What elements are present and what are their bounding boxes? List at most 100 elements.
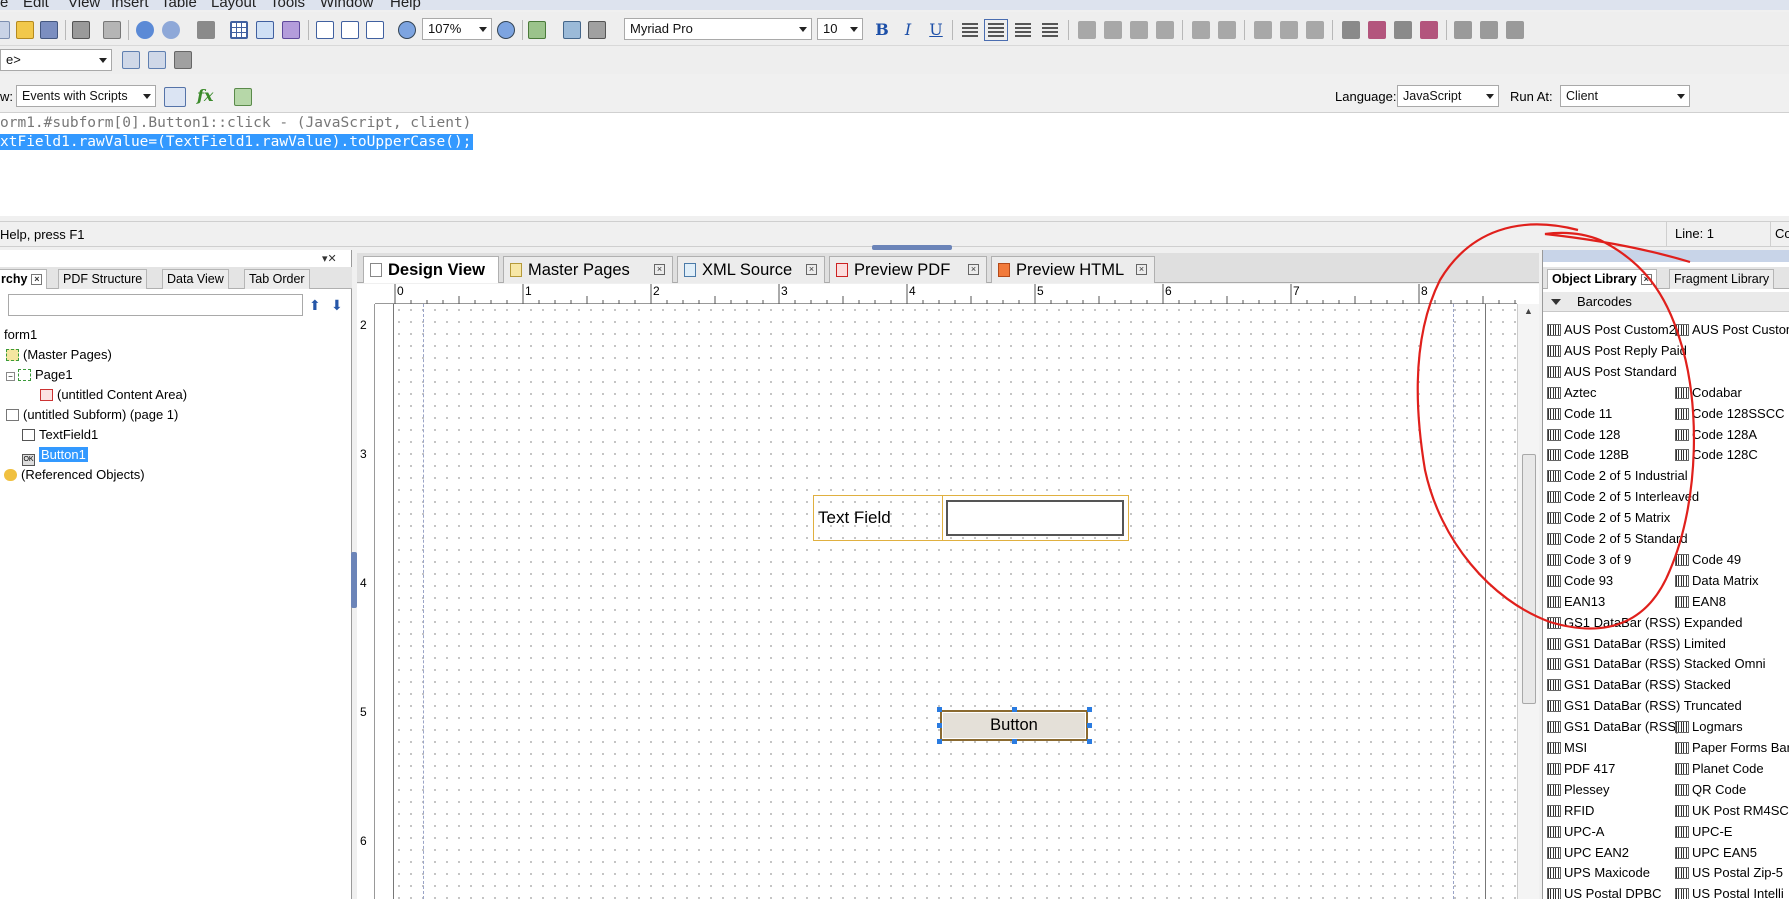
library-item[interactable]: EAN13	[1547, 594, 1605, 609]
menu-insert[interactable]: Insert	[111, 0, 149, 10]
redo-icon[interactable]	[162, 21, 180, 39]
library-item[interactable]: GS1 DataBar (RSS) Stacked Omni	[1547, 656, 1766, 671]
library-item[interactable]: UK Post RM4SCC	[1675, 803, 1789, 818]
italic-button[interactable]: I	[898, 20, 918, 40]
hierarchy-search-input[interactable]	[8, 294, 303, 316]
library-item[interactable]: Planet Code	[1675, 761, 1764, 776]
grid-icon[interactable]	[230, 21, 248, 39]
library-item[interactable]: Code 128A	[1675, 427, 1757, 442]
script-code-line[interactable]: xtField1.rawValue=(TextField1.rawValue).…	[0, 134, 474, 150]
center-horizontal-icon[interactable]	[1254, 21, 1272, 39]
print-icon[interactable]	[72, 21, 90, 39]
run-at-select[interactable]: Client	[1560, 85, 1690, 107]
library-item[interactable]: AUS Post Reply Paid	[1547, 343, 1687, 358]
tree-item-page1[interactable]: − Page1	[6, 367, 73, 382]
tree-item-master-pages[interactable]: (Master Pages)	[6, 347, 112, 362]
script-editor[interactable]: orm1.#subform[0].Button1::click - (JavaS…	[0, 112, 1789, 216]
show-events-icon[interactable]	[164, 87, 186, 107]
selection-handle[interactable]	[937, 723, 942, 728]
library-item[interactable]: Plessey	[1547, 782, 1610, 797]
font-family-select[interactable]: Myriad Pro	[624, 18, 812, 40]
close-icon[interactable]: ×	[968, 264, 979, 275]
library-item[interactable]: Code 49	[1675, 552, 1741, 567]
form-page[interactable]	[393, 304, 1517, 899]
cut-icon[interactable]	[103, 21, 121, 39]
collapse-icon[interactable]: −	[6, 372, 15, 381]
button-object[interactable]: Button	[940, 710, 1088, 741]
library-item[interactable]: Codabar	[1675, 385, 1742, 400]
library-item[interactable]: US Postal Zip-5	[1675, 865, 1783, 880]
center-page-icon[interactable]	[1306, 21, 1324, 39]
tab-fragment-library[interactable]: Fragment Library	[1669, 269, 1775, 289]
close-icon[interactable]: ×	[31, 274, 43, 286]
underline-button[interactable]: U	[926, 20, 946, 40]
open-folder-icon[interactable]	[16, 21, 34, 39]
library-item[interactable]: Paper Forms Bar	[1675, 740, 1789, 755]
library-item[interactable]: EAN8	[1675, 594, 1726, 609]
library-item[interactable]: Code 128C	[1675, 447, 1758, 462]
library-item[interactable]: Code 2 of 5 Matrix	[1547, 510, 1670, 525]
tree-item-untitled-subform[interactable]: (untitled Subform) (page 1)	[6, 407, 178, 422]
group-icon[interactable]	[1342, 21, 1360, 39]
library-item[interactable]: US Postal Intelli	[1675, 886, 1784, 899]
align-objects-top-icon[interactable]	[1130, 21, 1148, 39]
arrow-down-icon[interactable]: ⬇	[331, 297, 343, 314]
menu-table[interactable]: Table	[161, 0, 197, 10]
check-script-icon[interactable]	[528, 21, 546, 39]
tab-tab-order[interactable]: Tab Order	[244, 269, 310, 289]
undo-icon[interactable]	[136, 21, 154, 39]
align-objects-right-icon[interactable]	[1104, 21, 1122, 39]
object-boundaries-icon[interactable]	[282, 21, 300, 39]
distribute-horizontal-icon[interactable]	[1192, 21, 1210, 39]
close-icon[interactable]: ×	[806, 264, 817, 275]
library-item[interactable]: Logmars	[1675, 719, 1743, 734]
library-item[interactable]: AUS Post Standard	[1547, 364, 1677, 379]
tab-hierarchy[interactable]: rchy ×	[0, 269, 48, 289]
selection-handle[interactable]	[1012, 707, 1017, 712]
event-select[interactable]: Events with Scripts	[16, 85, 156, 107]
selection-handle[interactable]	[937, 707, 942, 712]
tree-item-button1[interactable]: OK Button1	[22, 447, 88, 466]
tab-design-view[interactable]: Design View	[363, 256, 499, 283]
make-same-height-icon[interactable]	[1480, 21, 1498, 39]
library-item[interactable]: US Postal DPBC	[1547, 886, 1662, 899]
library-item[interactable]: UPC EAN2	[1547, 845, 1629, 860]
library-item[interactable]: GS1 DataBar (RSS)	[1547, 719, 1680, 734]
zoom-in-icon[interactable]	[497, 21, 515, 39]
menu-file[interactable]: e	[0, 0, 8, 10]
functions-button[interactable]: fx	[197, 86, 213, 105]
center-vertical-icon[interactable]	[1280, 21, 1298, 39]
tab-master-pages[interactable]: Master Pages ×	[503, 256, 673, 283]
ungroup-icon[interactable]	[1368, 21, 1386, 39]
align-objects-bottom-icon[interactable]	[1156, 21, 1174, 39]
menu-edit[interactable]: Edit	[23, 0, 49, 10]
library-item[interactable]: UPC-E	[1675, 824, 1732, 839]
design-canvas[interactable]: 0 1 2 3 4 5 6 7 8 2 3 4 5 6 Text Field B…	[357, 284, 1539, 899]
library-item[interactable]: MSI	[1547, 740, 1587, 755]
send-backward-icon[interactable]	[1420, 21, 1438, 39]
tab-pdf-structure[interactable]: PDF Structure	[58, 269, 148, 289]
text-field-input[interactable]	[946, 500, 1124, 536]
distribute-vertical-icon[interactable]	[1218, 21, 1236, 39]
library-item[interactable]: GS1 DataBar (RSS) Expanded	[1547, 615, 1742, 630]
selection-handle[interactable]	[1087, 739, 1092, 744]
panel-menu-icon[interactable]: ▾✕	[322, 252, 337, 265]
barcodes-group-header[interactable]: Barcodes	[1543, 292, 1789, 312]
vertical-scrollbar[interactable]: ▲	[1517, 304, 1539, 899]
library-item[interactable]: AUS Post Custom2	[1547, 322, 1676, 337]
selection-handle[interactable]	[1087, 707, 1092, 712]
new-icon[interactable]	[0, 21, 10, 39]
object-select[interactable]: e>	[0, 49, 112, 71]
align-justify-icon[interactable]	[1042, 23, 1058, 37]
tab-object-library[interactable]: Object Library ×	[1547, 269, 1657, 289]
close-icon[interactable]: ×	[1640, 274, 1652, 286]
delete-page-icon[interactable]	[174, 51, 192, 69]
tree-item-textfield1[interactable]: TextField1	[22, 427, 98, 442]
menu-window[interactable]: Window	[320, 0, 373, 10]
menu-view[interactable]: View	[68, 0, 100, 10]
library-item[interactable]: Code 128B	[1547, 447, 1629, 462]
align-center-icon[interactable]	[984, 19, 1008, 41]
save-icon[interactable]	[40, 21, 58, 39]
snap-grid-icon[interactable]	[256, 21, 274, 39]
menu-help[interactable]: Help	[390, 0, 421, 10]
